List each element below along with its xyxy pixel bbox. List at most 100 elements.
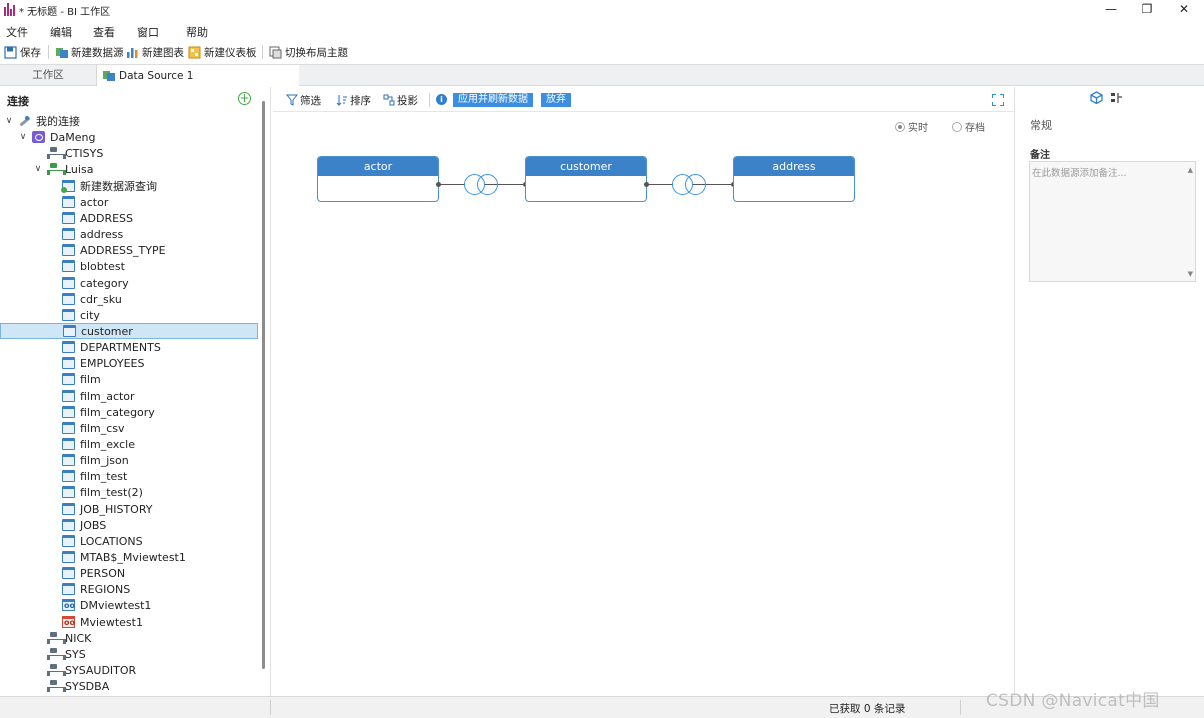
tree-item[interactable]: NICK [0,630,258,646]
sort-label: 排序 [350,94,371,107]
tree-item[interactable]: film_excle [0,436,258,452]
remark-textarea[interactable]: 在此数据源添加备注... ▲ ▼ [1029,161,1196,282]
tree-item[interactable]: film_csv [0,420,258,436]
menu-window[interactable]: 窗口 [137,24,159,40]
add-connection-icon[interactable]: + [238,92,251,105]
minimize-button[interactable]: — [1091,0,1131,20]
tree-item[interactable]: JOB_HISTORY [0,501,258,517]
tree-item[interactable]: REGIONS [0,581,258,597]
tree-item[interactable]: DEPARTMENTS [0,339,258,355]
inner-join-icon[interactable] [464,174,500,195]
tree-item[interactable]: film_test [0,468,258,484]
projection-button[interactable]: 投影 [383,93,418,107]
general-section-title: 常规 [1030,119,1052,132]
new-dashboard-button[interactable]: 新建仪表板 [188,44,257,60]
cube-icon[interactable] [1090,91,1103,105]
tree-item-label: DaMeng [50,130,96,144]
tree-item[interactable]: JOBS [0,517,258,533]
switch-theme-button[interactable]: 切换布局主题 [269,44,348,60]
tree-item[interactable]: cdr_sku [0,291,258,307]
table-icon [62,212,75,224]
tree-item[interactable]: actor [0,194,258,210]
tree-item-label: 我的连接 [36,115,80,128]
tree-item[interactable]: SYSDBA [0,678,258,694]
restore-button[interactable]: ❐ [1127,0,1167,20]
dashboard-icon [188,46,201,59]
apply-refresh-button[interactable]: 应用并刷新数据 [453,93,533,107]
tree-item[interactable]: city [0,307,258,323]
new-datasource-button[interactable]: 新建数据源 [55,44,124,60]
tree-item[interactable]: EMPLOYEES [0,355,258,371]
schema-active-icon [47,163,66,175]
expand-toggle-icon[interactable]: ∨ [4,116,14,126]
table-icon [62,406,75,418]
tree-item-label: LOCATIONS [80,534,143,548]
tree-item[interactable]: film_json [0,452,258,468]
tree-item[interactable]: category [0,275,258,291]
tree-item-label: EMPLOYEES [80,356,145,370]
menu-edit[interactable]: 编辑 [50,24,72,40]
panel-scrollbar[interactable] [262,101,265,669]
tree-item[interactable]: DMviewtest1 [0,597,258,613]
tab-workspace[interactable]: 工作区 [0,65,97,86]
table-node-title: address [734,157,854,176]
close-button[interactable]: ✕ [1164,0,1204,20]
table-icon [62,196,75,208]
table-icon [62,390,75,402]
tree-item[interactable]: SYSAUDITOR [0,662,258,678]
menu-file[interactable]: 文件 [6,24,28,40]
tree-item[interactable]: film_test(2) [0,484,258,500]
tree-item[interactable]: Mviewtest1 [0,614,258,630]
menu-help[interactable]: 帮助 [186,24,208,40]
tree-item[interactable]: ADDRESS [0,210,258,226]
scroll-up-icon[interactable]: ▲ [1188,166,1193,174]
expand-toggle-icon[interactable]: ∨ [33,164,43,174]
filter-button[interactable]: 筛选 [286,93,321,107]
save-button[interactable]: 保存 [4,44,41,60]
tree-item[interactable]: film_category [0,404,258,420]
tree-item[interactable]: film_actor [0,388,258,404]
tree-item[interactable]: ADDRESS_TYPE [0,242,258,258]
mode-archive-radio[interactable]: 存档 [952,119,985,134]
tree-item[interactable]: 新建数据源查询 [0,178,258,194]
table-icon [62,260,75,272]
tree-item[interactable]: film [0,371,258,387]
inner-join-icon[interactable] [672,174,708,195]
tree-item[interactable]: ∨ DaMeng [0,129,258,145]
tree-item[interactable]: ∨ Luisa [0,161,258,177]
menu-view[interactable]: 查看 [93,24,115,40]
table-icon [62,567,75,579]
layout-icon[interactable] [1110,92,1123,104]
tab-data-source[interactable]: Data Source 1 [97,65,299,86]
tree-item[interactable]: customer [0,323,258,339]
mode-live-radio[interactable]: 实时 [895,119,928,134]
expand-toggle-icon[interactable]: ∨ [18,132,28,142]
sort-button[interactable]: 排序 [336,93,371,107]
tree-item[interactable]: PERSON [0,565,258,581]
table-node-actor[interactable]: actor [317,156,439,202]
theme-icon [269,46,282,59]
tree-item[interactable]: SYS [0,646,258,662]
panel-divider[interactable] [270,87,271,696]
window-title: * 无标题 - BI 工作区 [19,7,111,18]
tree-item-label: PERSON [80,566,126,580]
new-chart-button[interactable]: 新建图表 [126,44,184,60]
tree-item[interactable]: blobtest [0,258,258,274]
tree-item[interactable]: ∨ 我的连接 [0,113,258,129]
table-node-customer[interactable]: customer [525,156,647,202]
discard-button[interactable]: 放弃 [541,93,571,107]
materialized-view-icon [62,616,75,628]
fullscreen-icon[interactable] [992,94,1004,106]
table-icon [62,341,75,353]
mode-live-label: 实时 [908,123,928,134]
tree-item[interactable]: LOCATIONS [0,533,258,549]
tree-item-label: NICK [65,631,92,645]
tree-item[interactable]: address [0,226,258,242]
info-icon[interactable]: i [436,94,447,105]
scroll-down-icon[interactable]: ▼ [1188,270,1193,278]
tree-item-label: film_csv [80,421,125,435]
tree-item[interactable]: CTISYS [0,145,258,161]
table-node-address[interactable]: address [733,156,855,202]
tree-item-label: SYSAUDITOR [65,663,137,677]
tree-item[interactable]: MTAB$_Mviewtest1 [0,549,258,565]
